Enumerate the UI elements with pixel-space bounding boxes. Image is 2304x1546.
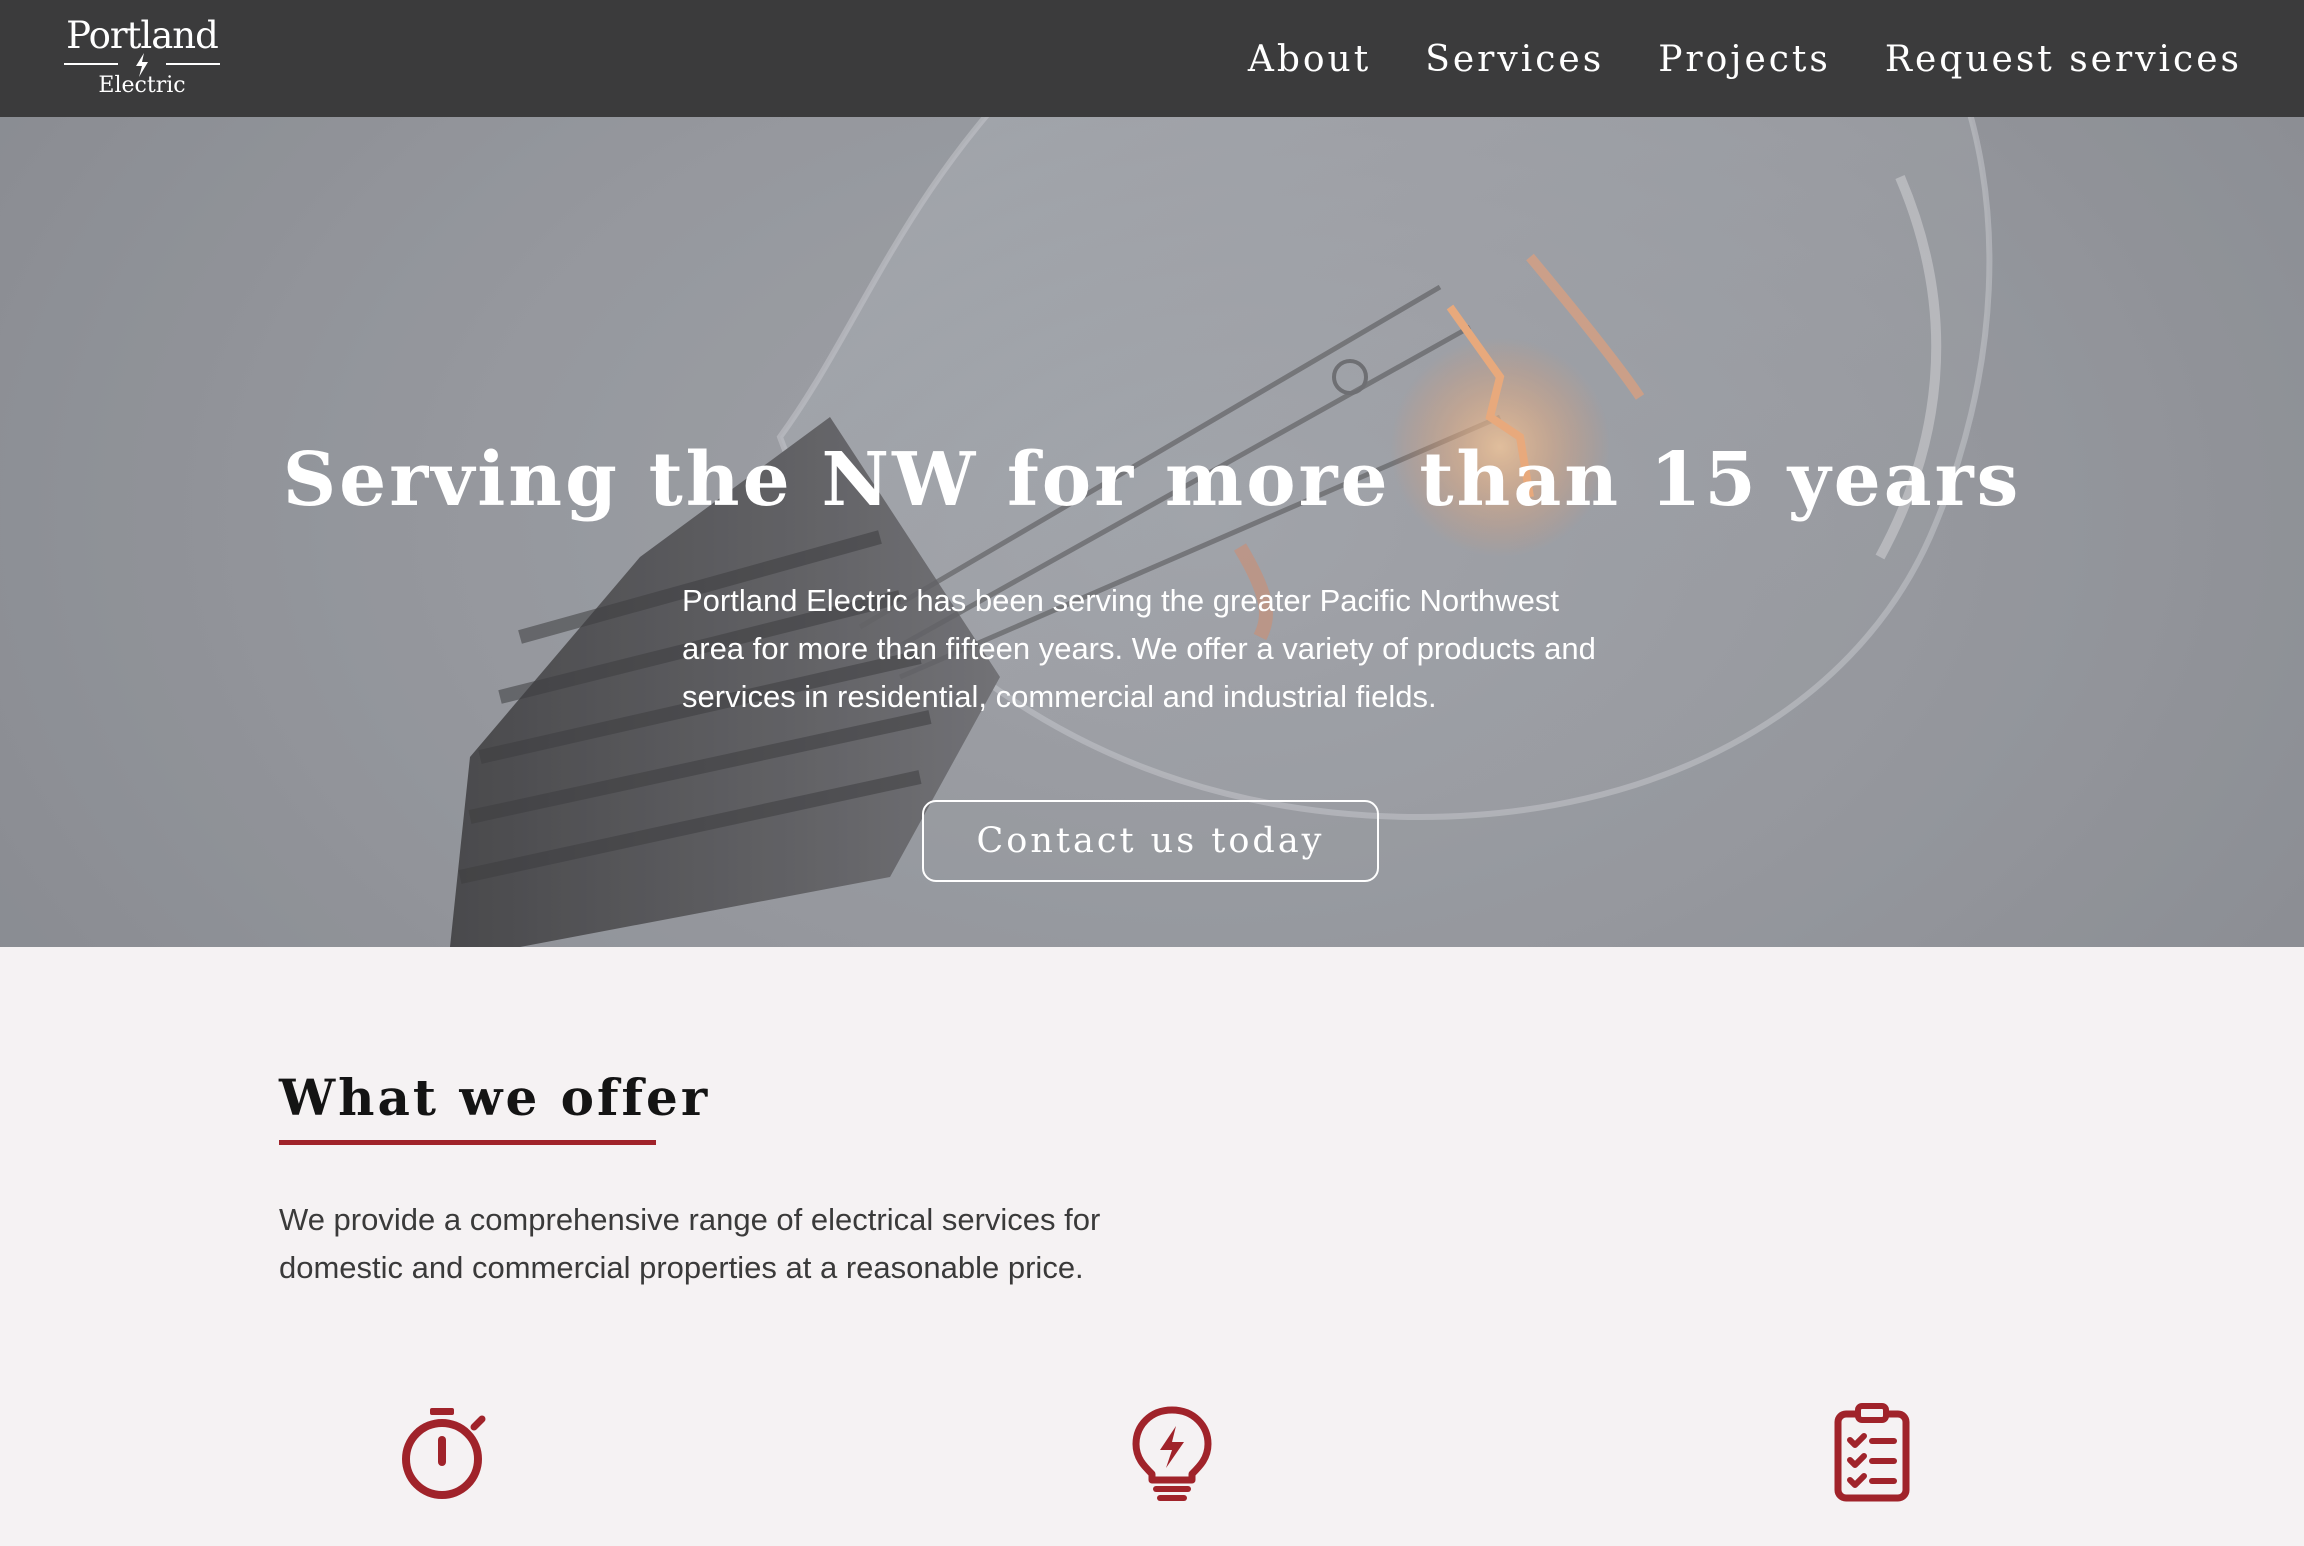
- offer-description-line: We provide a comprehensive range of elec…: [279, 1202, 1101, 1237]
- lightbulb-bolt-icon: [1132, 1406, 1212, 1501]
- top-navigation: Portland Electric About Services Project…: [0, 0, 2304, 117]
- hero-description-line: services in residential, commercial and …: [682, 679, 1437, 714]
- hero-title: Serving the NW for more than 15 years: [282, 437, 2022, 523]
- clipboard-checklist-icon: [1834, 1403, 1910, 1502]
- nav-services[interactable]: Services: [1425, 30, 1604, 90]
- brand-name: Portland: [66, 14, 219, 57]
- hero-section: Serving the NW for more than 15 years Po…: [0, 117, 2304, 947]
- logo-divider-right: [166, 63, 220, 65]
- brand-subname: Electric: [98, 73, 186, 98]
- contact-us-button[interactable]: Contact us today: [922, 800, 1379, 882]
- hero-description-line: Portland Electric has been serving the g…: [682, 583, 1560, 618]
- offer-heading-underline: [279, 1140, 656, 1145]
- nav-request-services[interactable]: Request services: [1885, 30, 2242, 90]
- hero-description-line: area for more than fifteen years. We off…: [682, 631, 1596, 666]
- logo-divider-left: [64, 63, 118, 65]
- brand-logo[interactable]: Portland Electric: [62, 14, 222, 104]
- hero-description: Portland Electric has been serving the g…: [682, 577, 1712, 721]
- offer-description: We provide a comprehensive range of elec…: [279, 1196, 1279, 1292]
- nav-projects[interactable]: Projects: [1658, 30, 1831, 90]
- stopwatch-icon: [402, 1408, 486, 1499]
- offer-heading: What we offer: [279, 1068, 711, 1127]
- offer-description-line: domestic and commercial properties at a …: [279, 1250, 1084, 1285]
- main-menu: About Services Projects Request services: [1248, 30, 2242, 90]
- nav-about[interactable]: About: [1248, 30, 1371, 90]
